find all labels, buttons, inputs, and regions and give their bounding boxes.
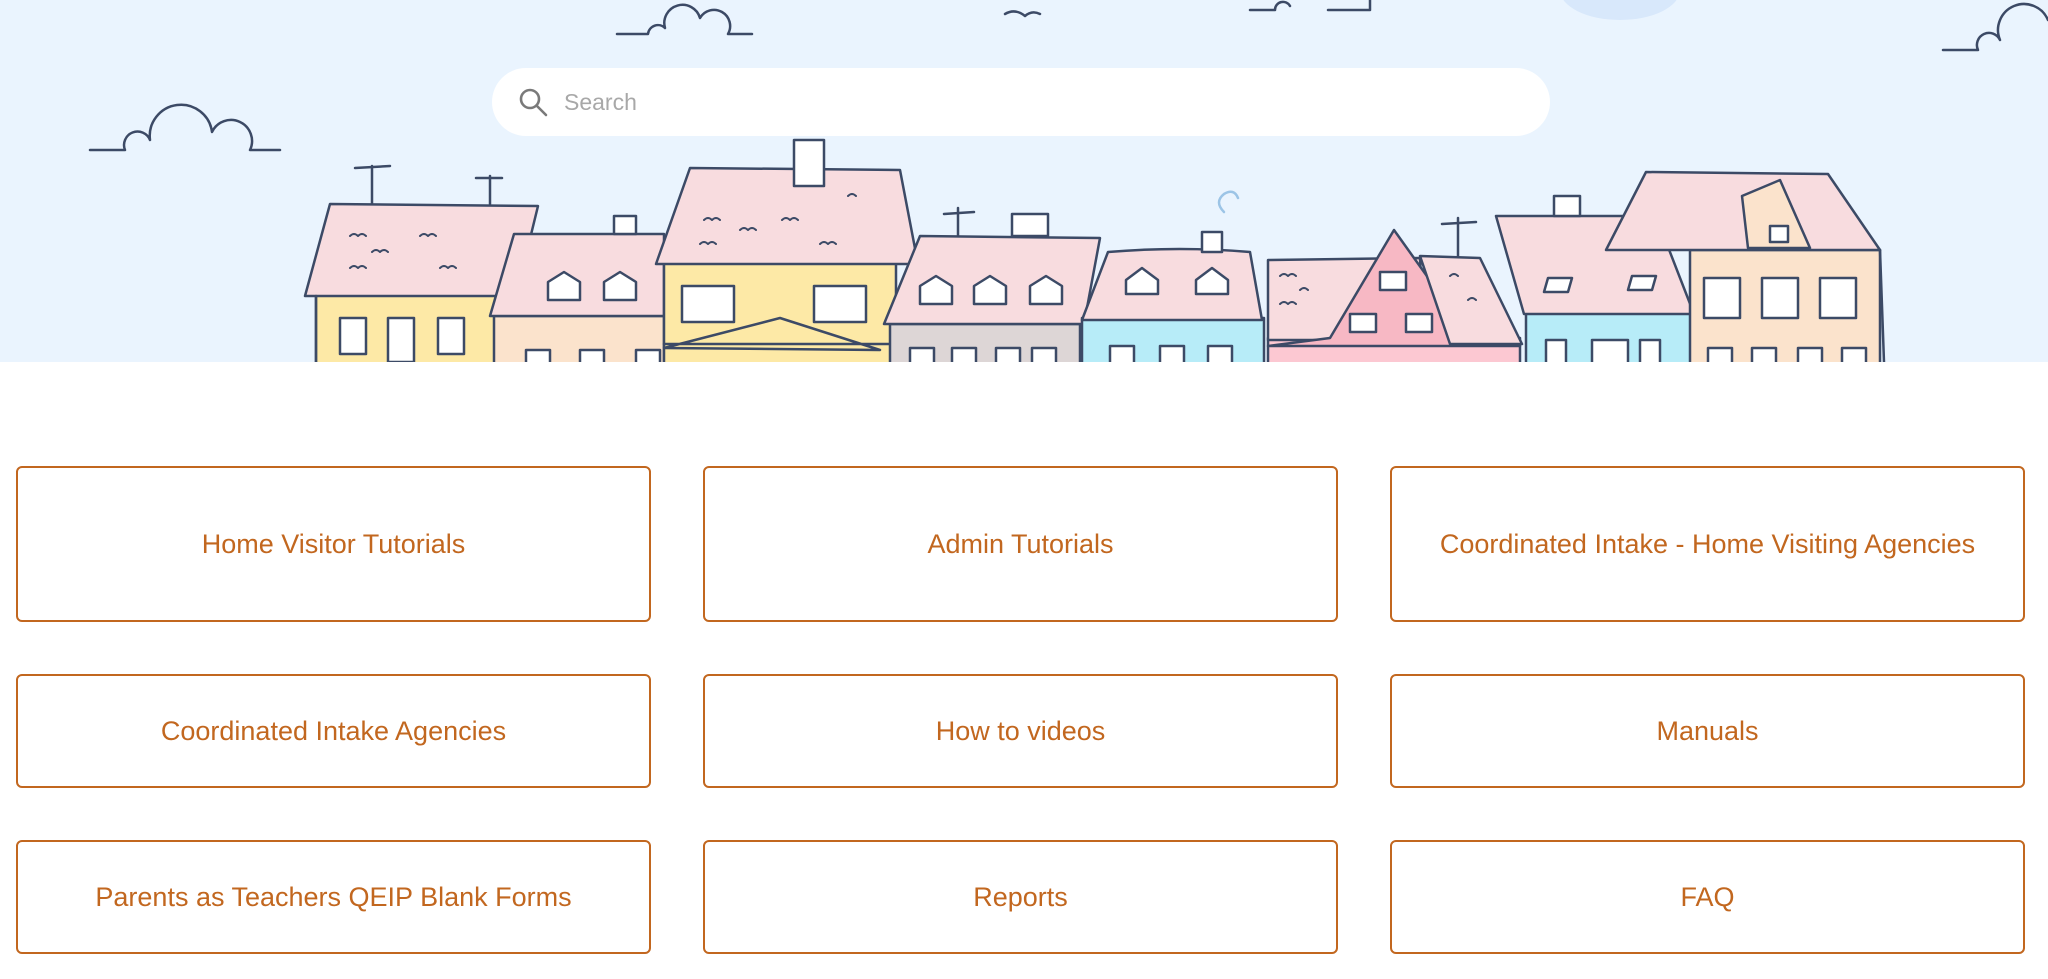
search-bar[interactable]	[492, 68, 1550, 136]
category-coordinated-intake-agencies[interactable]: Coordinated Intake Agencies	[16, 674, 651, 788]
cloud-icon	[1941, 2, 2048, 52]
category-label: FAQ	[1680, 882, 1735, 912]
category-grid: Home Visitor Tutorials Admin Tutorials C…	[16, 466, 2026, 954]
hero-banner	[0, 0, 2048, 362]
search-input[interactable]	[564, 82, 1524, 122]
category-reports[interactable]: Reports	[703, 840, 1338, 954]
category-home-visitor-tutorials[interactable]: Home Visitor Tutorials	[16, 466, 651, 622]
category-label: Reports	[973, 882, 1068, 912]
category-label: Home Visitor Tutorials	[201, 529, 466, 559]
category-how-to-videos[interactable]: How to videos	[703, 674, 1338, 788]
search-icon	[516, 85, 550, 119]
category-label: Manuals	[1656, 716, 1759, 746]
houses-illustration	[88, 0, 2048, 362]
category-parents-as-teachers-forms[interactable]: Parents as Teachers QEIP Blank Forms	[16, 840, 651, 954]
category-faq[interactable]: FAQ	[1390, 840, 2025, 954]
cloud-icon	[615, 3, 754, 36]
category-label: Coordinated Intake - Home Visiting Agenc…	[1439, 529, 1976, 559]
category-manuals[interactable]: Manuals	[1390, 674, 2025, 788]
category-label: Parents as Teachers QEIP Blank Forms	[95, 882, 572, 912]
category-label: Coordinated Intake Agencies	[160, 716, 507, 746]
category-admin-tutorials[interactable]: Admin Tutorials	[703, 466, 1338, 622]
category-label: How to videos	[935, 716, 1106, 746]
cloud-icon	[88, 103, 282, 152]
category-coordinated-intake-home-visiting-agencies[interactable]: Coordinated Intake - Home Visiting Agenc…	[1390, 466, 2025, 622]
category-label: Admin Tutorials	[927, 529, 1114, 559]
